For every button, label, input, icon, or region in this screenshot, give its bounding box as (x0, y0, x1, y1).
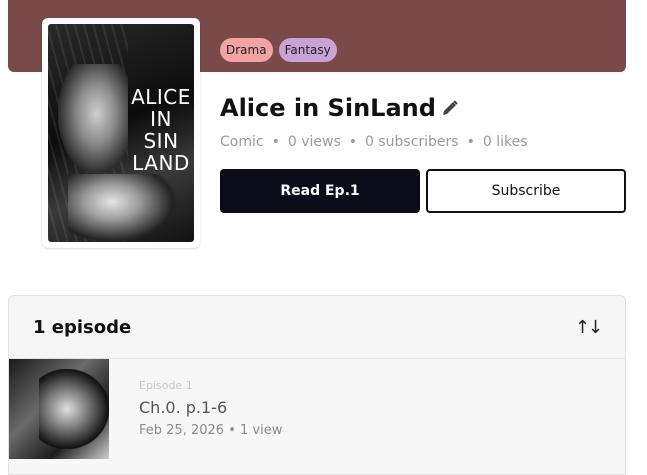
episode-title[interactable]: Ch.0. p.1-6 (139, 398, 282, 417)
meta-subscribers: 0 subscribers (365, 134, 459, 150)
episode-views: 1 view (240, 423, 283, 438)
cover-image[interactable]: ALICE IN SIN LAND (48, 24, 194, 242)
genre-tags: Drama Fantasy (220, 38, 337, 62)
read-episode-button[interactable]: Read Ep.1 (220, 169, 420, 213)
series-title: Alice in SinLand (220, 94, 436, 122)
episode-meta-separator: • (228, 423, 240, 438)
meta-separator: • (466, 134, 475, 150)
tag-fantasy[interactable]: Fantasy (278, 38, 337, 62)
meta-separator: • (271, 134, 280, 150)
meta-separator: • (348, 134, 357, 150)
meta-type: Comic (220, 134, 264, 150)
cover-title-text: ALICE IN SIN LAND (131, 85, 191, 175)
meta-likes: 0 likes (482, 134, 528, 150)
episode-row[interactable]: Episode 1 Ch.0. p.1-6 Feb 25, 2026 • 1 v… (9, 359, 625, 474)
series-meta: Comic • 0 views • 0 subscribers • 0 like… (220, 134, 528, 150)
episode-meta: Feb 25, 2026 • 1 view (139, 423, 282, 438)
series-title-row: Alice in SinLand (220, 94, 460, 122)
episode-date: Feb 25, 2026 (139, 423, 225, 438)
meta-views: 0 views (287, 134, 341, 150)
cover-card[interactable]: ALICE IN SIN LAND (42, 18, 200, 248)
episode-count: 1 episode (33, 316, 132, 338)
tag-drama[interactable]: Drama (220, 38, 273, 62)
edit-pencil-icon[interactable] (440, 98, 460, 118)
episode-number: Episode 1 (139, 379, 193, 392)
subscribe-button[interactable]: Subscribe (426, 169, 626, 213)
episode-list: 1 episode ↑↓ Episode 1 Ch.0. p.1-6 Feb 2… (8, 295, 626, 475)
episode-info: Episode 1 Ch.0. p.1-6 Feb 25, 2026 • 1 v… (139, 379, 282, 438)
episode-list-header: 1 episode ↑↓ (9, 296, 625, 359)
episode-thumbnail[interactable] (9, 359, 109, 459)
sort-icon[interactable]: ↑↓ (575, 317, 603, 338)
